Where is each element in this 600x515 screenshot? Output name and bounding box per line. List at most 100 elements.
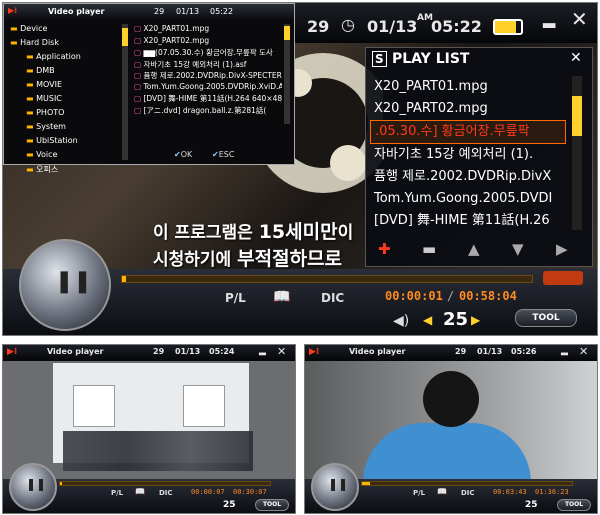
pause-icon: ❚❚ <box>55 269 92 294</box>
date-label: 01/13 <box>477 347 503 356</box>
seek-bar[interactable] <box>121 275 533 283</box>
person-blue-shirt <box>363 423 531 483</box>
time-label: 05:24 <box>209 347 235 356</box>
playlist-item-selected[interactable]: .05.30.수] 황금어장.무릎팍 <box>370 120 566 144</box>
date-label: 01/13 <box>175 347 201 356</box>
tool-button[interactable]: TOOL <box>515 309 577 327</box>
move-up-icon[interactable]: ▲ <box>468 240 480 258</box>
file-item[interactable]: ▢ 자바기초 15강 예외처리 (1).asf <box>134 59 282 71</box>
pl-button[interactable]: P/L <box>225 291 246 305</box>
play-pause-dial[interactable]: ❚❚ <box>9 463 57 511</box>
minimize-button[interactable]: ▂ <box>561 346 568 356</box>
file-item[interactable]: ▢ [アニ.dvd] dragon.ball.z.第281話( <box>134 105 282 117</box>
playlist-close-button[interactable]: ✕ <box>570 50 582 66</box>
tree-item-device[interactable]: ▬ Device <box>6 24 124 38</box>
move-down-icon[interactable]: ▼ <box>512 240 524 258</box>
elapsed-time: 00:03:43 <box>493 488 527 496</box>
subtitle-text-bold: 부적절하므로 <box>237 248 343 270</box>
elapsed-time: 00:00:01 <box>385 289 443 303</box>
person-head <box>423 371 479 427</box>
playlist-item[interactable]: X20_PART02.mpg <box>370 98 566 120</box>
tree-item-application[interactable]: ▬ Application <box>6 52 124 66</box>
playlist-item[interactable]: 퓸행 제로.2002.DVDRip.DivX <box>370 166 566 188</box>
volume-level: 25 <box>525 500 538 510</box>
app-logo-icon: ▶⁞ <box>8 6 18 15</box>
tree-item-label: MOVIE <box>36 80 63 89</box>
seek-bar[interactable] <box>361 481 573 486</box>
file-item[interactable]: ▢ ▆▆(07.05.30.수) 황금어장.무릎팍 도사 <box>134 47 282 59</box>
tree-item-dmb[interactable]: ▬ DMB <box>6 66 124 80</box>
tree-item-ubistation[interactable]: ▬ UbiStation <box>6 136 124 150</box>
remove-icon[interactable]: ▬ <box>422 240 436 258</box>
next-icon[interactable]: ▶ <box>556 240 568 258</box>
file-icon: ▢ <box>134 94 142 103</box>
file-item[interactable]: ▢ X20_PART01.mpg <box>134 24 282 36</box>
dictionary-book-icon[interactable]: 📖 <box>437 487 447 496</box>
volume-up-icon[interactable]: ▶ <box>471 313 480 327</box>
subtitle-icon[interactable] <box>543 271 583 285</box>
play-pause-dial[interactable]: ❚❚ <box>311 463 359 511</box>
file-icon: ▢ <box>134 24 142 33</box>
tool-button[interactable]: TOOL <box>255 499 289 511</box>
file-icon: ▢ <box>134 81 142 91</box>
file-scrollbar[interactable] <box>284 24 290 124</box>
close-button[interactable]: ✕ <box>277 345 286 358</box>
video-frame[interactable] <box>305 345 597 483</box>
app-title: Video player <box>48 7 105 16</box>
minimize-button[interactable]: ▂ <box>259 346 266 356</box>
subtitle-text-bold: 15세미만 <box>258 221 338 243</box>
playlist-item[interactable]: [DVD] 舞-HIME 第11話(H.26 <box>370 210 566 232</box>
esc-button[interactable]: ✔ESC <box>212 150 234 159</box>
playlist-scrollbar[interactable] <box>572 76 582 230</box>
tool-button[interactable]: TOOL <box>557 499 591 511</box>
tool-label: TOOL <box>262 501 282 508</box>
file-icon: ▢ <box>134 71 142 80</box>
folder-icon: ▬ <box>26 122 34 131</box>
file-name: X20_PART02.mpg <box>143 35 210 45</box>
ok-button[interactable]: ✔OK <box>174 150 192 159</box>
students <box>63 431 253 471</box>
dic-button[interactable]: DIC <box>159 489 173 497</box>
folder-icon: ▬ <box>10 38 18 47</box>
tree-item-office[interactable]: ▬ 오피스 <box>6 164 124 178</box>
tree-item-movie[interactable]: ▬ MOVIE <box>6 80 124 94</box>
scroll-thumb[interactable] <box>284 26 290 40</box>
play-pause-dial[interactable]: ❚❚ <box>19 239 111 331</box>
minimize-button[interactable]: ▂ <box>543 9 555 28</box>
video-frame[interactable] <box>3 345 295 483</box>
dic-button[interactable]: DIC <box>461 489 475 497</box>
file-icon: ▢ <box>134 59 142 69</box>
close-button[interactable]: ✕ <box>579 345 588 358</box>
close-button[interactable]: ✕ <box>571 7 588 31</box>
folder-icon: ▬ <box>26 136 34 145</box>
tree-item-music[interactable]: ▬ MUSIC <box>6 94 124 108</box>
scroll-thumb[interactable] <box>572 96 582 136</box>
dic-button[interactable]: DIC <box>321 291 344 305</box>
playlist-item[interactable]: Tom.Yum.Goong.2005.DVDI <box>370 188 566 210</box>
file-item[interactable]: ▢ Tom.Yum.Goong.2005.DVDRip.XviD.A <box>134 82 282 94</box>
playlist-items: X20_PART01.mpg X20_PART02.mpg .05.30.수] … <box>370 76 566 232</box>
seek-bar[interactable] <box>59 481 271 486</box>
scroll-thumb[interactable] <box>122 28 128 46</box>
tool-label: TOOL <box>564 501 584 508</box>
playlist-item[interactable]: 자바기초 15강 예외처리 (1). <box>370 144 566 166</box>
tree-item-label: UbiStation <box>36 136 78 145</box>
dictionary-book-icon[interactable]: 📖 <box>273 289 290 305</box>
pl-button[interactable]: P/L <box>413 489 425 497</box>
speaker-icon[interactable]: ◀) <box>393 313 409 329</box>
file-item[interactable]: ▢ 퓸행 제로.2002.DVDRip.DivX-SPECTER <box>134 70 282 82</box>
subtitle-text: 이 프로그램은 <box>153 223 259 243</box>
file-item[interactable]: ▢ [DVD] 舞-HIME 第11話(H.264 640×48 <box>134 93 282 105</box>
tree-scrollbar[interactable] <box>122 24 128 160</box>
pl-button[interactable]: P/L <box>111 489 123 497</box>
file-item[interactable]: ▢ X20_PART02.mpg <box>134 36 282 48</box>
tree-item-photo[interactable]: ▬ PHOTO <box>6 108 124 122</box>
tree-item-system[interactable]: ▬ System <box>6 122 124 136</box>
add-icon[interactable]: ✚ <box>378 240 391 258</box>
tree-item-hard-disk[interactable]: ▬ Hard Disk <box>6 38 124 52</box>
dictionary-book-icon[interactable]: 📖 <box>135 487 145 496</box>
volume-down-icon[interactable]: ◀ <box>423 313 432 327</box>
file-name: X20_PART01.mpg <box>143 24 210 33</box>
tree-item-voice[interactable]: ▬ Voice <box>6 150 124 164</box>
playlist-item[interactable]: X20_PART01.mpg <box>370 76 566 98</box>
